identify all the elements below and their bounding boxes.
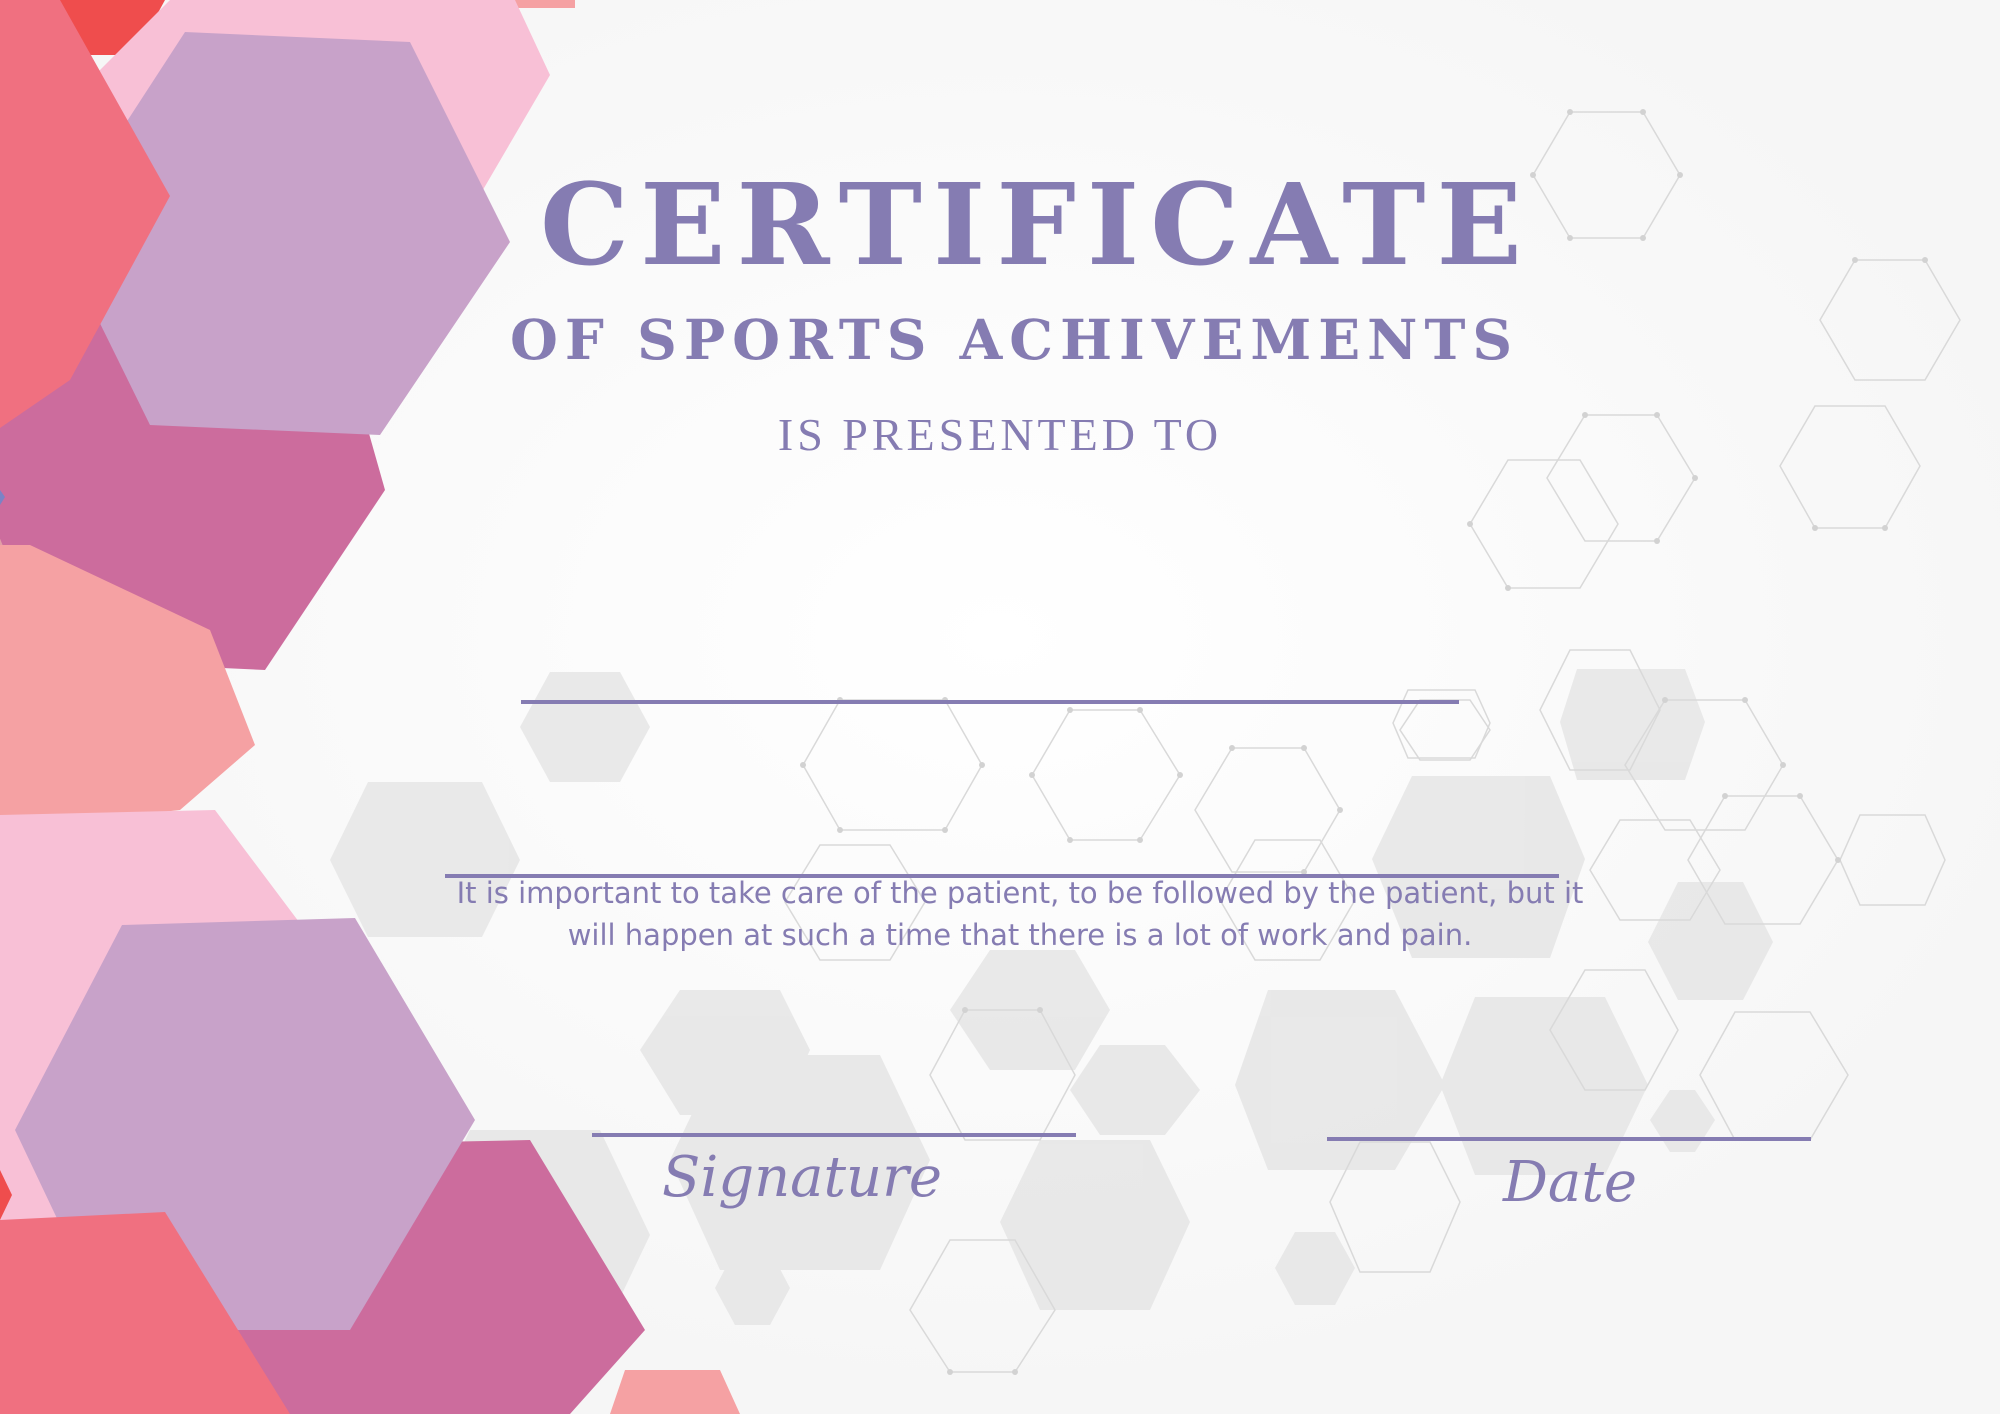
certificate-subtitle: OF SPORTS ACHIVEMENTS (510, 307, 1520, 372)
certificate-title: CERTIFICATE (540, 160, 1533, 291)
certificate-description: It is important to take care of the pati… (456, 876, 1584, 952)
signature-label: Signature (661, 1145, 943, 1210)
recipient-name-line (521, 700, 1459, 704)
signature-line (592, 1133, 1076, 1137)
presented-to-label: IS PRESENTED TO (777, 409, 1223, 460)
date-label: Date (1503, 1150, 1637, 1215)
date-line (1327, 1137, 1811, 1141)
